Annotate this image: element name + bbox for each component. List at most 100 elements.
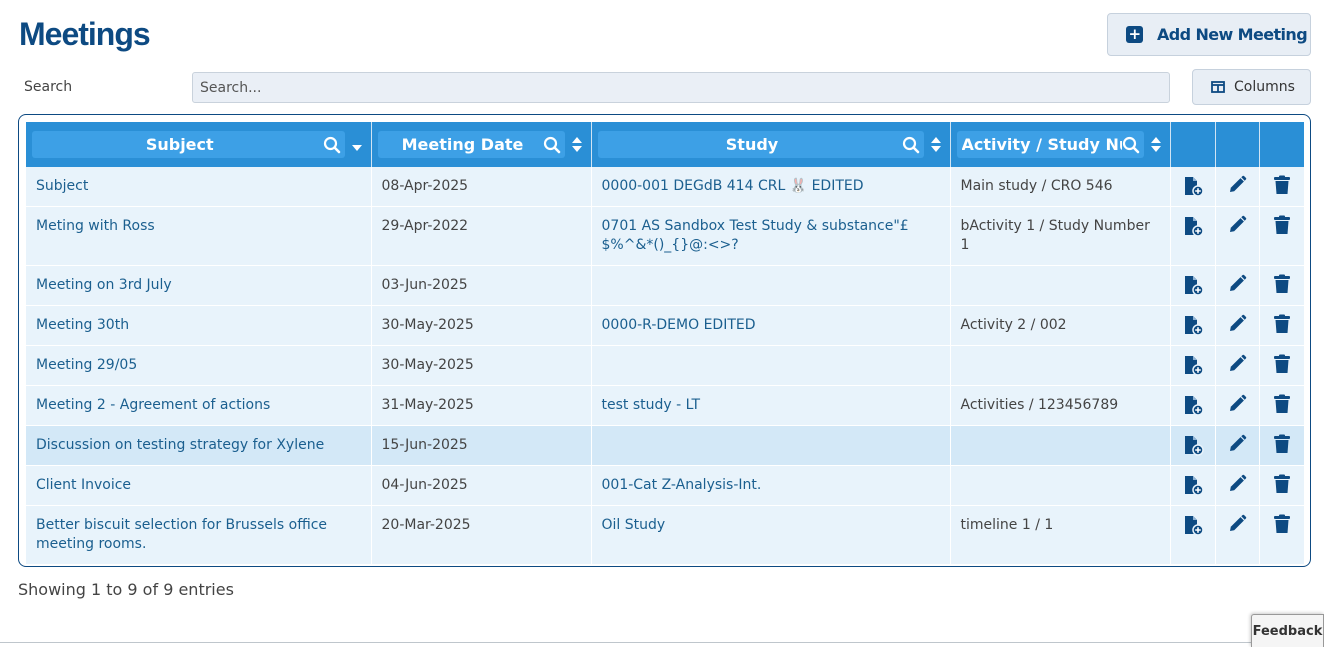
trash-icon[interactable] (1273, 514, 1291, 538)
cell-action (1170, 265, 1216, 306)
sort-icon[interactable] (928, 136, 944, 154)
file-add-icon[interactable] (1182, 436, 1204, 460)
cell-action (1259, 425, 1305, 466)
search-icon[interactable] (902, 136, 920, 154)
pencil-icon[interactable] (1227, 474, 1247, 498)
cell-subject[interactable]: Subject (26, 167, 372, 207)
pencil-icon[interactable] (1227, 274, 1247, 298)
pencil-icon[interactable] (1227, 514, 1247, 538)
cell-subject[interactable]: Better biscuit selection for Brussels of… (26, 505, 372, 565)
table-row[interactable]: Meeting 29/05 30-May-2025 (26, 345, 1305, 386)
cell-activity (950, 265, 1171, 306)
feedback-button[interactable]: Feedback (1251, 614, 1324, 647)
trash-icon[interactable] (1273, 314, 1291, 338)
file-add-icon[interactable] (1182, 356, 1204, 380)
columns-label: Columns (1234, 79, 1295, 95)
file-add-icon[interactable] (1182, 217, 1204, 241)
cell-action (1170, 465, 1216, 506)
sort-icon[interactable] (569, 136, 585, 154)
table-row[interactable]: Meting with Ross 29-Apr-2022 0701 AS Sandb… (26, 206, 1305, 266)
col-header-activity[interactable]: Activity / Study Nur (950, 122, 1171, 167)
cell-action (1170, 345, 1216, 386)
table-row[interactable]: Client Invoice 04-Jun-2025 001-Cat Z-Analy… (26, 465, 1305, 506)
add-new-meeting-label: Add New Meeting (1157, 25, 1308, 44)
col-header-meeting-date[interactable]: Meeting Date (371, 122, 592, 167)
cell-subject[interactable]: Meeting on 3rd July (26, 265, 372, 306)
col-header-subject[interactable]: Subject (26, 122, 372, 167)
table-row[interactable]: Meeting 2 - Agreement of actions 31-May-2… (26, 385, 1305, 426)
table-body: Subject 08-Apr-2025 0000-001 DEGdB 414 CRL… (26, 167, 1305, 565)
pencil-icon[interactable] (1227, 215, 1247, 239)
cell-study[interactable] (591, 265, 951, 306)
cell-activity: timeline 1 / 1 (950, 505, 1171, 565)
search-icon[interactable] (323, 136, 341, 154)
sort-icon[interactable] (1148, 136, 1164, 154)
table-row[interactable]: Subject 08-Apr-2025 0000-001 DEGdB 414 CRL… (26, 167, 1305, 207)
cell-action (1170, 305, 1216, 346)
cell-meeting-date: 15-Jun-2025 (371, 425, 592, 466)
cell-study[interactable]: 0701 AS Sandbox Test Study & substance"£… (591, 206, 951, 266)
cell-study[interactable] (591, 345, 951, 386)
search-icon[interactable] (543, 136, 561, 154)
cell-subject[interactable]: Meeting 30th (26, 305, 372, 346)
cell-subject[interactable]: Meting with Ross (26, 206, 372, 266)
cell-study[interactable]: 0000-R-DEMO EDITED (591, 305, 951, 346)
cell-action (1259, 206, 1305, 266)
file-add-icon[interactable] (1182, 316, 1204, 340)
cell-action (1170, 167, 1216, 207)
cell-study[interactable] (591, 425, 951, 466)
cell-action (1259, 385, 1305, 426)
table-header-row: Subject Meeting Date Study Activity / St… (26, 122, 1304, 167)
cell-meeting-date: 31-May-2025 (371, 385, 592, 426)
trash-icon[interactable] (1273, 474, 1291, 498)
pencil-icon[interactable] (1227, 394, 1247, 418)
cell-meeting-date: 30-May-2025 (371, 345, 592, 386)
columns-icon (1211, 81, 1225, 93)
cell-activity (950, 345, 1171, 386)
trash-icon[interactable] (1273, 434, 1291, 458)
pencil-icon[interactable] (1227, 314, 1247, 338)
search-icon[interactable] (1122, 136, 1140, 154)
cell-action (1215, 345, 1260, 386)
table-row[interactable]: Meeting on 3rd July 03-Jun-2025 (26, 265, 1305, 306)
trash-icon[interactable] (1273, 175, 1291, 199)
pencil-icon[interactable] (1227, 354, 1247, 378)
cell-subject[interactable]: Meeting 2 - Agreement of actions (26, 385, 372, 426)
cell-subject[interactable]: Meeting 29/05 (26, 345, 372, 386)
table-row[interactable]: Better biscuit selection for Brussels of… (26, 505, 1305, 565)
sort-desc-icon[interactable] (349, 137, 365, 153)
file-add-icon[interactable] (1182, 396, 1204, 420)
pencil-icon[interactable] (1227, 175, 1247, 199)
file-add-icon[interactable] (1182, 276, 1204, 300)
meetings-table-container: Subject Meeting Date Study Activity / St… (18, 114, 1311, 567)
cell-meeting-date: 08-Apr-2025 (371, 167, 592, 207)
plus-square-icon: + (1126, 26, 1143, 43)
columns-button[interactable]: Columns (1192, 69, 1311, 105)
cell-action (1170, 385, 1216, 426)
trash-icon[interactable] (1273, 354, 1291, 378)
pencil-icon[interactable] (1227, 434, 1247, 458)
cell-meeting-date: 20-Mar-2025 (371, 505, 592, 565)
add-new-meeting-button[interactable]: + Add New Meeting (1107, 13, 1311, 56)
col-header-study[interactable]: Study (591, 122, 951, 167)
file-add-icon[interactable] (1182, 476, 1204, 500)
cell-subject[interactable]: Client Invoice (26, 465, 372, 506)
search-label: Search (24, 79, 73, 95)
table-row[interactable]: Discussion on testing strategy for Xylen… (26, 425, 1305, 466)
trash-icon[interactable] (1273, 394, 1291, 418)
cell-action (1259, 167, 1305, 207)
cell-subject[interactable]: Discussion on testing strategy for Xylen… (26, 425, 372, 466)
cell-study[interactable]: Oil Study (591, 505, 951, 565)
cell-activity: Activities / 123456789 (950, 385, 1171, 426)
cell-study[interactable]: 001-Cat Z-Analysis-Int. (591, 465, 951, 506)
cell-study[interactable]: 0000-001 DEGdB 414 CRL 🐰 EDITED (591, 167, 951, 207)
search-input[interactable] (192, 72, 1170, 103)
cell-study[interactable]: test study - LT (591, 385, 951, 426)
table-row[interactable]: Meeting 30th 30-May-2025 0000-R-DEMO EDITE… (26, 305, 1305, 346)
file-add-icon[interactable] (1182, 177, 1204, 201)
file-add-icon[interactable] (1182, 516, 1204, 540)
trash-icon[interactable] (1273, 274, 1291, 298)
cell-action (1215, 465, 1260, 506)
cell-action (1215, 265, 1260, 306)
trash-icon[interactable] (1273, 215, 1291, 239)
